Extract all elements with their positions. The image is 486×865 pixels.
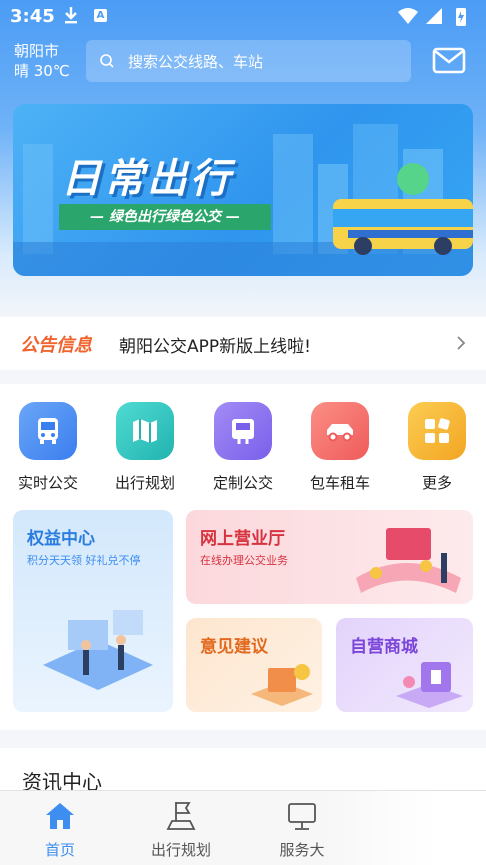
- download-icon: [65, 7, 77, 24]
- quick-services: 实时公交 出行规划 定制公交 包车租车 更多: [0, 384, 486, 500]
- card-title: 权益中心: [27, 529, 95, 549]
- route-icon: [166, 802, 196, 830]
- system-status-icons: [398, 8, 466, 26]
- search-icon: [100, 54, 114, 68]
- mail-icon[interactable]: [432, 46, 466, 76]
- map-icon: [116, 402, 174, 460]
- tab-trip-planning[interactable]: 出行规划: [121, 799, 241, 860]
- feature-cards: 权益中心 积分天天领 好礼兑不停 网上营业厅 在线办理公交业务 意见建议 自营商…: [0, 500, 486, 730]
- quick-label: 实时公交: [17, 474, 78, 492]
- chevron-right-icon: [457, 336, 466, 350]
- home-icon: [46, 803, 74, 829]
- quick-item-more[interactable]: 更多: [397, 402, 477, 493]
- search-bar[interactable]: [86, 40, 411, 84]
- notice-bar[interactable]: 公告信息 朝阳公交APP新版上线啦!: [0, 317, 486, 370]
- quick-item-charter-car[interactable]: 包车租车: [300, 402, 380, 493]
- tab-home[interactable]: 首页: [0, 799, 120, 860]
- quick-label: 定制公交: [212, 474, 273, 492]
- monitor-icon: [288, 803, 316, 830]
- mall-illustration: [396, 662, 463, 708]
- card-mall[interactable]: 自营商城: [336, 618, 473, 712]
- quick-item-realtime-bus[interactable]: 实时公交: [8, 402, 88, 493]
- card-title: 网上营业厅: [200, 529, 285, 549]
- app-notification-icon: A: [94, 9, 107, 22]
- top-header: 朝阳市 晴 30℃: [0, 38, 486, 86]
- promo-banner[interactable]: 日常出行 — 绿色出行绿色公交 —: [13, 104, 473, 276]
- tab-label: 出行规划: [150, 841, 211, 859]
- weather-text: 晴 30℃: [14, 62, 70, 80]
- search-input[interactable]: [126, 40, 400, 84]
- card-subtitle: 积分天天领 好礼兑不停: [27, 554, 141, 567]
- location-weather[interactable]: 朝阳市 晴 30℃: [14, 41, 70, 81]
- bottom-tab-bar: 首页 出行规划 服务大: [0, 790, 486, 865]
- quick-label: 出行规划: [114, 474, 175, 492]
- banner-subtitle: — 绿色出行绿色公交 —: [59, 204, 271, 230]
- city-name: 朝阳市: [14, 42, 60, 60]
- card-feedback[interactable]: 意见建议: [186, 618, 322, 712]
- rights-illustration: [43, 610, 153, 690]
- bus-stop-icon: [214, 402, 272, 460]
- card-online-hall[interactable]: 网上营业厅 在线办理公交业务: [186, 510, 473, 604]
- online-hall-illustration: [356, 528, 461, 593]
- feedback-illustration: [251, 664, 313, 706]
- status-time: 3:45: [10, 6, 55, 27]
- car-icon: [311, 402, 369, 460]
- grid-icon: [408, 402, 466, 460]
- quick-label: 更多: [421, 474, 452, 492]
- quick-item-trip-planning[interactable]: 出行规划: [105, 402, 185, 493]
- quick-item-custom-bus[interactable]: 定制公交: [203, 402, 283, 493]
- bus-icon: [19, 402, 77, 460]
- notice-label: 公告信息: [20, 335, 92, 356]
- quick-label: 包车租车: [309, 474, 370, 492]
- tab-bar-fade-overlay: [320, 791, 486, 865]
- tab-label: 首页: [44, 841, 75, 859]
- notice-text: 朝阳公交APP新版上线啦!: [119, 337, 311, 357]
- status-bar: 3:45 A: [0, 0, 486, 34]
- card-subtitle: 在线办理公交业务: [200, 554, 288, 567]
- card-rights-center[interactable]: 权益中心 积分天天领 好礼兑不停: [13, 510, 173, 712]
- banner-title: 日常出行: [61, 156, 233, 202]
